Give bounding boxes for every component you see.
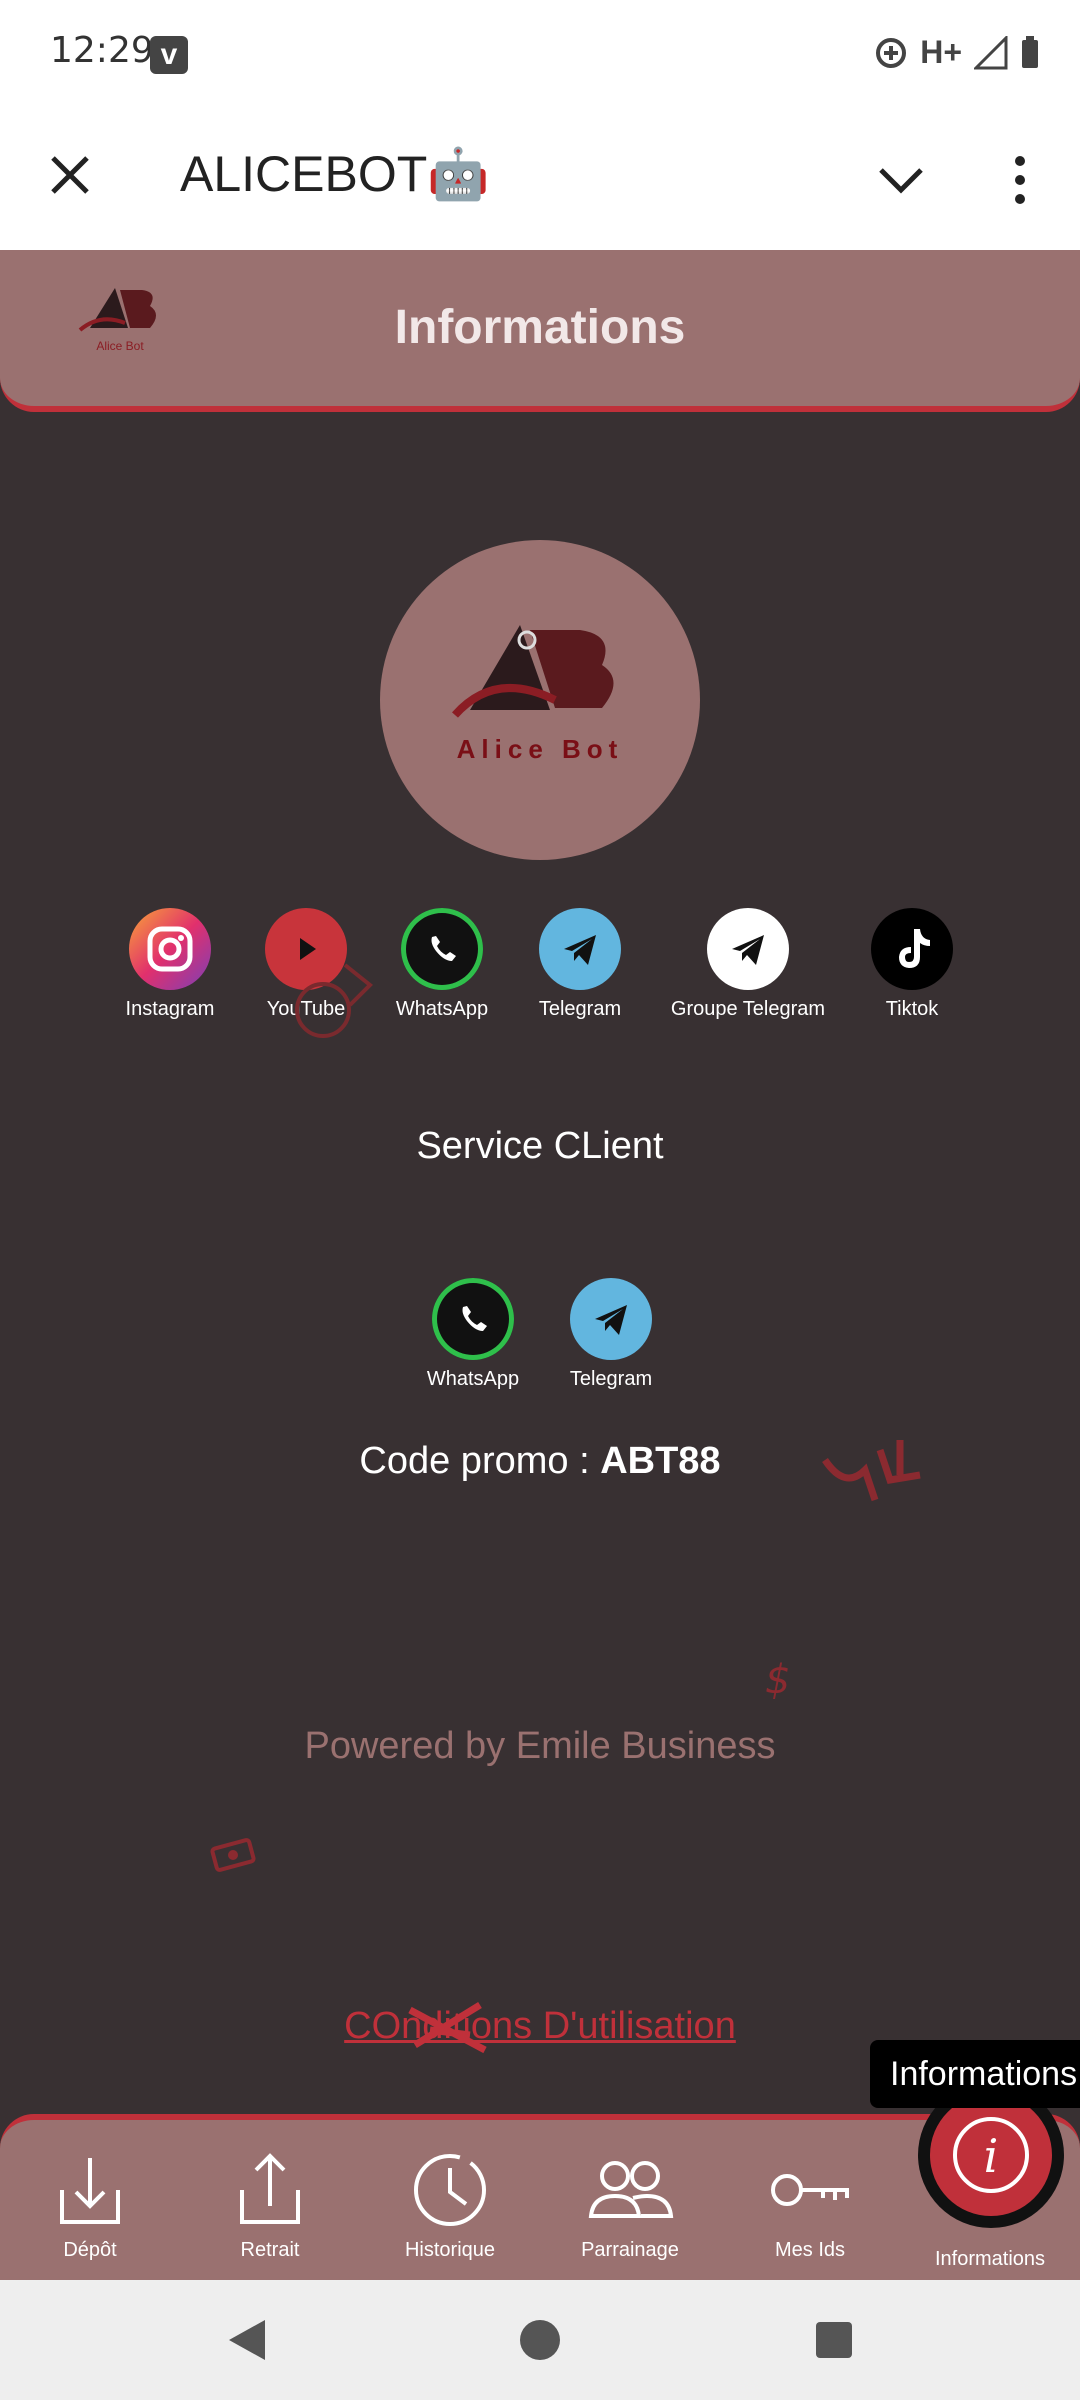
svg-text:i: i bbox=[984, 2129, 999, 2183]
powered-by-text: Powered by Emile Business bbox=[304, 1725, 776, 1767]
nav-parrainage[interactable]: Parrainage bbox=[540, 2150, 720, 2262]
app-logo: Alice Bot bbox=[380, 540, 700, 860]
decorative-scribble-icon bbox=[822, 1440, 921, 1502]
recents-icon[interactable] bbox=[814, 2320, 854, 2360]
home-icon[interactable] bbox=[518, 2318, 562, 2362]
whatsapp-icon bbox=[432, 1278, 514, 1360]
tooltip: Informations bbox=[870, 2040, 1080, 2108]
download-tray-icon bbox=[60, 2158, 120, 2224]
whatsapp-icon bbox=[401, 908, 483, 990]
social-telegram-group[interactable]: Groupe Telegram bbox=[668, 908, 828, 1021]
clock-icon bbox=[414, 2154, 486, 2226]
back-icon[interactable] bbox=[225, 2318, 269, 2362]
info-fab[interactable]: i bbox=[930, 2094, 1052, 2216]
tiktok-icon bbox=[871, 908, 953, 990]
decorative-circle-icon bbox=[295, 963, 373, 1038]
nav-depot[interactable]: Dépôt bbox=[0, 2150, 180, 2262]
svg-text:$: $ bbox=[765, 1657, 790, 1700]
social-telegram[interactable]: Telegram bbox=[500, 908, 660, 1021]
social-label: Groupe Telegram bbox=[670, 998, 826, 1020]
people-icon bbox=[588, 2161, 674, 2218]
close-icon[interactable] bbox=[45, 150, 95, 200]
decorative-money-icon bbox=[210, 1838, 256, 1872]
more-options-icon[interactable] bbox=[1010, 155, 1030, 205]
social-label: Telegram bbox=[538, 998, 622, 1020]
key-icon bbox=[771, 2174, 849, 2206]
signal-icon bbox=[974, 35, 1008, 69]
service-telegram[interactable]: Telegram bbox=[531, 1278, 691, 1391]
nav-label: Informations bbox=[934, 2248, 1046, 2270]
nav-retrait[interactable]: Retrait bbox=[180, 2150, 360, 2262]
nav-historique[interactable]: Historique bbox=[360, 2150, 540, 2262]
decorative-dollar-icon: $ bbox=[765, 1657, 790, 1700]
telegram-icon bbox=[539, 908, 621, 990]
nav-label: Mes Ids bbox=[774, 2239, 846, 2261]
app-title: ALICEBOT🤖 bbox=[180, 146, 490, 202]
promo-code-value: ABT88 bbox=[600, 1440, 721, 1482]
nav-label: Retrait bbox=[240, 2239, 300, 2261]
status-time: 12:29 bbox=[50, 30, 154, 71]
service-label: WhatsApp bbox=[426, 1368, 520, 1390]
page-title: Informations bbox=[394, 301, 686, 354]
service-client-title: Service CLient bbox=[416, 1125, 664, 1167]
service-whatsapp[interactable]: WhatsApp bbox=[393, 1278, 553, 1391]
decorative-scribble-icon bbox=[408, 2002, 487, 2054]
social-tiktok[interactable]: Tiktok bbox=[832, 908, 992, 1021]
info-icon: i bbox=[953, 2117, 1029, 2193]
battery-icon bbox=[1022, 35, 1038, 68]
nav-mes-ids[interactable]: Mes Ids bbox=[720, 2150, 900, 2262]
nav-label: Parrainage bbox=[581, 2239, 679, 2261]
telegram-icon bbox=[570, 1278, 652, 1360]
social-label: Tiktok bbox=[885, 998, 939, 1020]
instagram-icon bbox=[129, 908, 211, 990]
nav-label: Dépôt bbox=[63, 2239, 117, 2261]
chevron-down-icon[interactable] bbox=[875, 160, 927, 200]
telegram-icon bbox=[707, 908, 789, 990]
promo-label: Code promo : bbox=[359, 1440, 601, 1482]
nav-informations[interactable]: Informations bbox=[900, 2244, 1080, 2271]
status-icons: H+ bbox=[874, 34, 1040, 71]
nav-label: Historique bbox=[404, 2239, 496, 2261]
logo-text: Alice Bot bbox=[457, 734, 624, 764]
network-type: H+ bbox=[920, 34, 962, 70]
notification-v-icon: v bbox=[150, 36, 188, 74]
upload-tray-icon bbox=[240, 2153, 300, 2224]
data-saver-icon bbox=[876, 37, 907, 68]
service-label: Telegram bbox=[569, 1368, 653, 1390]
